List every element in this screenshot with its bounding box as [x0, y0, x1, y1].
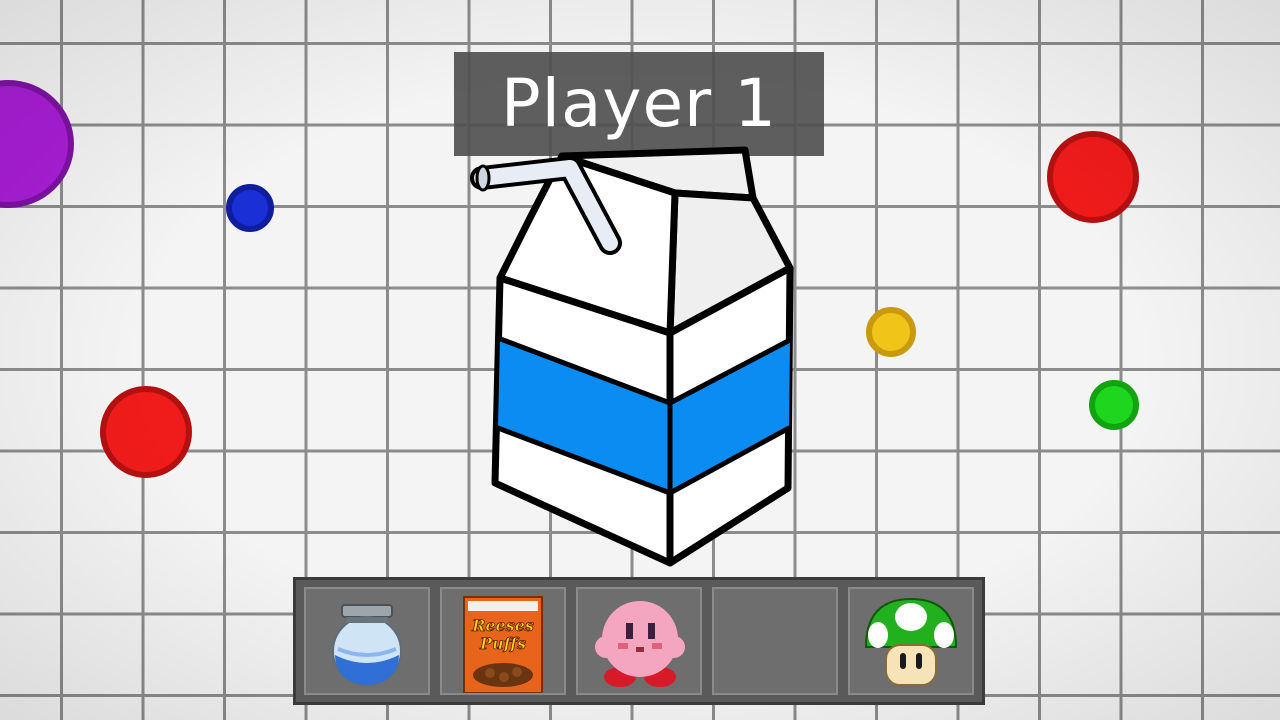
- pellet-red-large-right: [1047, 131, 1139, 223]
- hotbar-slot-5[interactable]: [848, 587, 974, 695]
- hotbar-slot-2[interactable]: Reeses Puffs: [440, 587, 566, 695]
- cereal-box-text-2: Puffs: [479, 634, 526, 653]
- pellet-red-large-left: [100, 386, 192, 478]
- kirby-icon: [595, 601, 685, 687]
- hotbar-slot-3[interactable]: [576, 587, 702, 695]
- inventory-hotbar: Reeses Puffs: [293, 577, 985, 705]
- hotbar-slot-4-empty[interactable]: [712, 587, 838, 695]
- cereal-box-icon: Reeses Puffs: [463, 596, 543, 693]
- pellet-blue: [226, 184, 274, 232]
- pellet-green: [1089, 380, 1139, 430]
- slurp-jar-icon: [332, 604, 402, 686]
- milk-carton-player-icon: [470, 146, 794, 567]
- player-name-label: Player 1: [500, 65, 778, 142]
- mushroom-1up-icon: [864, 597, 958, 686]
- cereal-box-text-1: Reeses: [471, 616, 534, 635]
- hotbar-slot-1[interactable]: [304, 587, 430, 695]
- pellet-yellow: [866, 307, 916, 357]
